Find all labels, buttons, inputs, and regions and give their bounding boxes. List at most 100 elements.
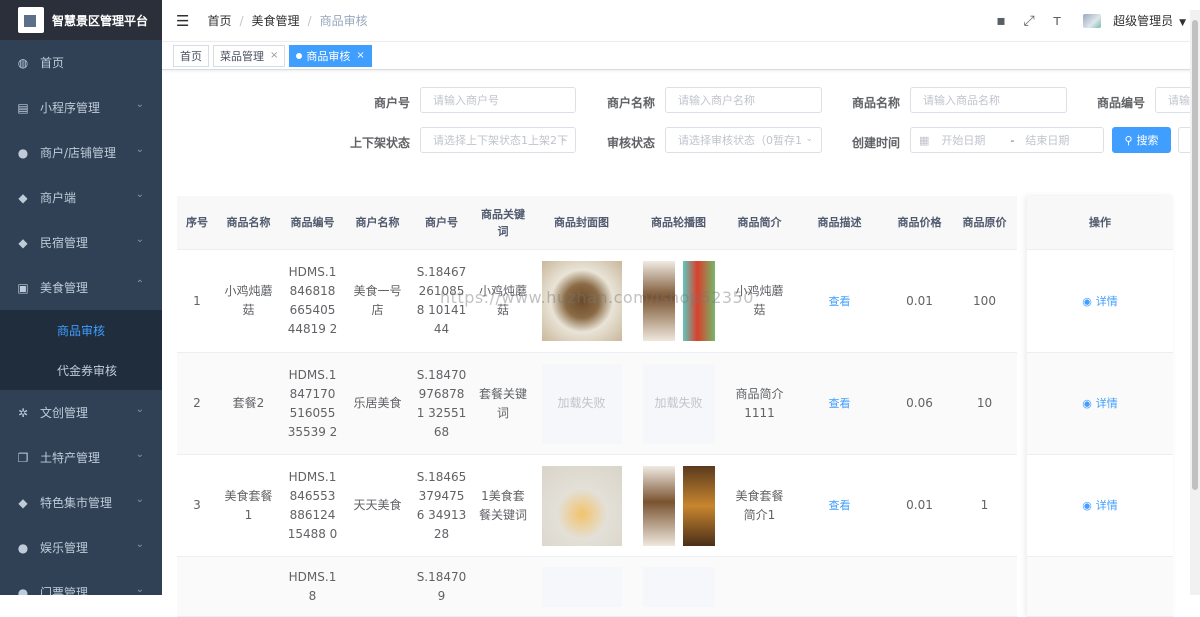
label-merchant-no: 商户号 — [373, 96, 410, 110]
breadcrumb-food[interactable]: 美食管理 — [252, 12, 300, 29]
detail-button[interactable]: 详情 — [1096, 292, 1118, 311]
user-name[interactable]: 超级管理员 — [1113, 12, 1173, 29]
sidebar-item-a0[interactable]: ✲ 文创管理 ⌄ — [0, 390, 162, 435]
chevron-down-icon: ⌄ — [805, 134, 813, 144]
column-header: 商品简介 — [737, 216, 782, 229]
navbar: ☰ 首页 / 美食管理 / 商品审核 ▪ ⤢ т 超级管理员 ▼ — [162, 0, 1200, 42]
cover-image[interactable] — [541, 261, 622, 341]
cell-intro — [727, 557, 792, 616]
cover-image-placeholder[interactable] — [541, 566, 622, 607]
hamburger-icon[interactable]: ☰ — [176, 12, 189, 30]
carousel-image[interactable] — [642, 261, 675, 341]
action-cell: ◉ 详情 — [1027, 250, 1173, 353]
carousel-image[interactable] — [642, 465, 675, 546]
copy-icon: ❐ — [17, 450, 29, 465]
cell-code: HDMS.184681866540544819 2 — [287, 265, 338, 336]
chevron-down-icon: ⌄ — [135, 144, 144, 155]
view-link[interactable]: 查看 — [829, 394, 851, 413]
cell-keyword: 套餐关键词 — [479, 386, 528, 420]
sidebar-item-a1[interactable]: ❐ 土特产管理 ⌄ — [0, 435, 162, 480]
detail-button[interactable]: 详情 — [1096, 496, 1118, 515]
cell-index: 2 — [193, 396, 201, 410]
tag-0[interactable]: 首页 — [173, 44, 209, 67]
submenu-item[interactable]: 商品审核 — [0, 310, 162, 350]
detail-button[interactable]: 详情 — [1096, 394, 1118, 413]
cell-price: 0.01 — [906, 293, 933, 308]
table-row: 3 美食套餐1 HDMS.184655388612415488 0 天天美食 S.184… — [177, 455, 1017, 557]
sidebar-item-label: 商户端 — [40, 191, 77, 205]
cell-intro: 美食套餐简介1 — [735, 488, 784, 522]
font-size-icon[interactable]: т — [1049, 13, 1065, 29]
eye-icon: ◉ — [1082, 397, 1092, 410]
cell-name: 小鸡炖蘑菇 — [224, 284, 273, 317]
scrollbar-thumb[interactable] — [1192, 20, 1198, 490]
merchant-no-input[interactable]: 请输入商户号 — [420, 87, 576, 113]
carousel-image[interactable] — [682, 465, 715, 546]
shelf-status-placeholder: 请选择上下架状态1上架2下 — [433, 134, 568, 147]
scrollbar[interactable] — [1190, 10, 1200, 595]
action-cell: ◉ 详情 — [1027, 455, 1173, 557]
tag-1[interactable]: 菜品管理 × — [213, 44, 286, 67]
chevron-down-icon: ⌄ — [135, 99, 144, 110]
breadcrumb: 首页 / 美食管理 / 商品审核 — [207, 12, 367, 29]
close-icon[interactable]: × — [356, 50, 364, 61]
date-range-picker[interactable]: ▦ 开始日期 - 结束日期 — [910, 127, 1104, 153]
search-button[interactable]: ⚲ 搜索 — [1112, 127, 1171, 153]
sidebar-item-a3[interactable]: ● 娱乐管理 ⌄ — [0, 525, 162, 570]
cell-keyword: 1美食套餐关键词 — [479, 488, 528, 522]
sidebar-item-a4[interactable]: ● 门票管理 ⌄ — [0, 570, 162, 595]
message-icon[interactable]: ▪ — [993, 13, 1009, 29]
close-icon[interactable]: × — [270, 50, 278, 61]
caret-down-icon[interactable]: ▼ — [1179, 18, 1186, 28]
sidebar-menu: ◍ 首页 ▤ 小程序管理 ⌄ ● 商户/店铺管理 ⌄ ◆ 商户端 ⌄ ◆ 民宿管理 ⌄ ▣ 美食管理 ⌃ 商品审核… — [0, 40, 162, 595]
cell-merchant — [345, 557, 410, 616]
start-date[interactable]: 开始日期 — [941, 132, 1003, 148]
column-header: 商品关键词 — [481, 207, 525, 238]
audit-status-select[interactable]: 请选择审核状态（0暂存1 ⌄ — [665, 127, 822, 153]
label-goods-name: 商品名称 — [851, 96, 900, 110]
table-row: 2 套餐2 HDMS.184717051605535539 2 乐居美食 S.18470… — [177, 353, 1017, 455]
cell-carousel — [630, 557, 727, 616]
label-audit-status: 审核状态 — [606, 136, 655, 150]
cell-keyword — [473, 557, 533, 616]
avatar[interactable] — [1083, 13, 1102, 28]
carousel-image[interactable] — [682, 261, 715, 341]
sidebar-item-3[interactable]: ◆ 商户端 ⌄ — [0, 175, 162, 220]
fullscreen-icon[interactable]: ⤢ — [1021, 13, 1037, 29]
sidebar-item-a2[interactable]: ◆ 特色集市管理 ⌄ — [0, 480, 162, 525]
label-goods-no: 商品编号 — [1096, 96, 1145, 110]
action-column: 操作 ◉ 详情 ◉ 详情 ◉ 详情 — [1027, 196, 1173, 617]
sidebar-item-0[interactable]: ◍ 首页 — [0, 40, 162, 85]
sidebar-item-label: 土特产管理 — [40, 451, 101, 465]
end-date[interactable]: 结束日期 — [1025, 132, 1069, 148]
cell-intro: 商品简介1111 — [735, 386, 784, 420]
sidebar-item-1[interactable]: ▤ 小程序管理 ⌄ — [0, 85, 162, 130]
cover-image[interactable] — [541, 465, 622, 546]
carousel-image-placeholder[interactable]: 加载失败 — [642, 363, 715, 444]
cell-merchant_no: S.184709768781 3255168 — [416, 367, 467, 439]
submenu-item[interactable]: 代金券审核 — [0, 350, 162, 390]
tag-2[interactable]: 商品审核 × — [289, 44, 372, 67]
carousel-image-placeholder[interactable] — [642, 566, 715, 607]
chevron-down-icon: ⌄ — [135, 584, 144, 595]
sidebar-item-5[interactable]: ▣ 美食管理 ⌃ — [0, 265, 162, 310]
breadcrumb-home[interactable]: 首页 — [207, 12, 231, 29]
merchant-name-input[interactable]: 请输入商户名称 — [665, 87, 822, 113]
label-merchant-name: 商户名称 — [606, 96, 655, 110]
table-header: 序号 商品名称 商品编号 商户名称 商户号 商品关键词 商品封面图 商品轮播图 商品简介 商品描述… — [177, 196, 1017, 250]
shelf-status-select[interactable]: 请选择上下架状态1上架2下 ⌄ — [420, 127, 576, 153]
goods-name-input[interactable]: 请输入商品名称 — [910, 87, 1067, 113]
eye-icon: ◉ — [1082, 499, 1092, 512]
sidebar-item-label: 门票管理 — [40, 586, 89, 595]
search-icon: ⚲ — [1124, 133, 1133, 147]
view-link[interactable]: 查看 — [829, 496, 851, 515]
sidebar: 智慧景区管理平台 ◍ 首页 ▤ 小程序管理 ⌄ ● 商户/店铺管理 ⌄ ◆ 商户端 ⌄ ◆ 民宿管理 ⌄ ▣… — [0, 0, 162, 595]
cover-image-placeholder[interactable]: 加载失败 — [541, 363, 622, 444]
sidebar-item-4[interactable]: ◆ 民宿管理 ⌄ — [0, 220, 162, 265]
view-link[interactable]: 查看 — [829, 292, 851, 311]
eye-icon: ◉ — [1082, 294, 1092, 308]
cell-index: 3 — [193, 498, 201, 512]
active-dot — [296, 52, 303, 59]
sidebar-item-2[interactable]: ● 商户/店铺管理 ⌄ — [0, 130, 162, 175]
cell-price: 0.06 — [906, 396, 933, 410]
